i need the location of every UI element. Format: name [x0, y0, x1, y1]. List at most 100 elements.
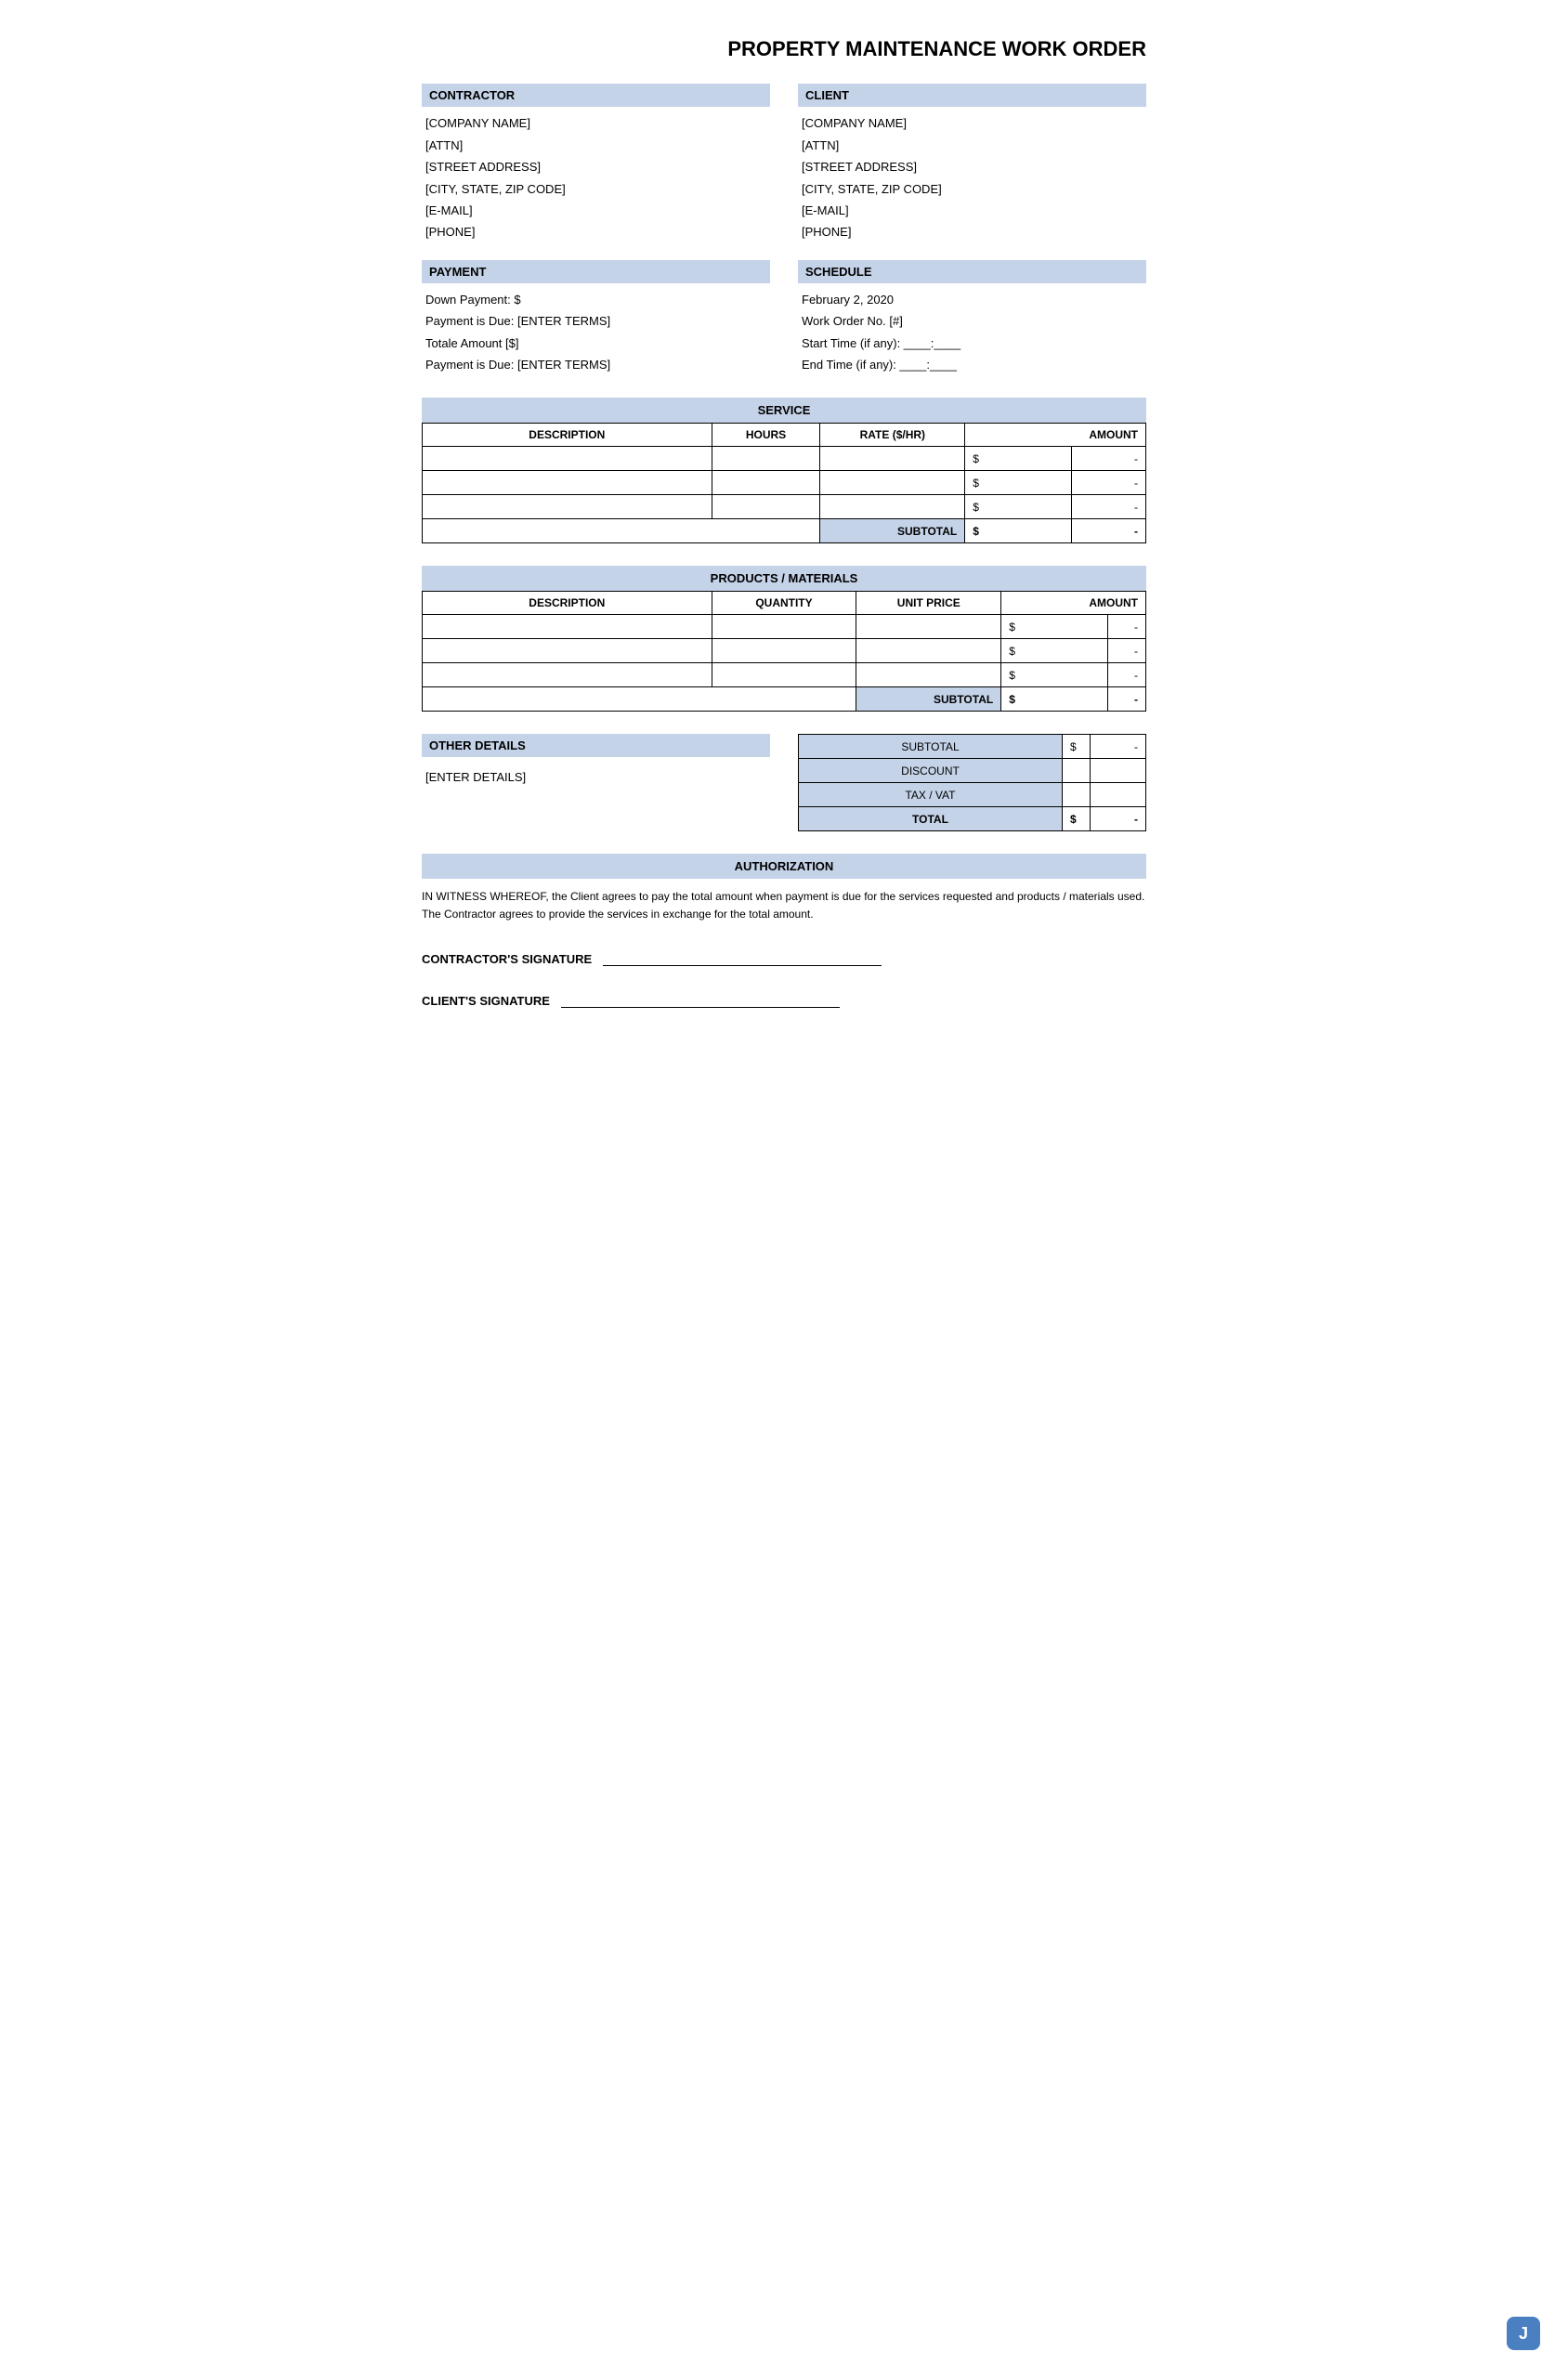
- contractor-company: [COMPANY NAME]: [425, 112, 766, 134]
- service-subtotal-row: SUBTOTAL $ -: [423, 519, 1146, 543]
- service-header: SERVICE: [422, 398, 1146, 423]
- service-row1-amount: -: [1071, 447, 1145, 471]
- summary-discount-label: DISCOUNT: [799, 759, 1063, 783]
- products-row1-dollar: $: [1001, 615, 1108, 639]
- service-row2-rate: [820, 471, 965, 495]
- service-row3-dollar: $: [965, 495, 1072, 519]
- summary-tax-row: TAX / VAT: [799, 783, 1146, 807]
- products-table: DESCRIPTION QUANTITY UNIT PRICE AMOUNT $…: [422, 591, 1146, 712]
- summary-total-value: -: [1091, 807, 1146, 831]
- contractor-email: [E-MAIL]: [425, 200, 766, 221]
- other-details-header: OTHER DETAILS: [422, 734, 770, 757]
- other-details-value: [ENTER DETAILS]: [425, 766, 766, 788]
- client-street: [STREET ADDRESS]: [802, 156, 1143, 177]
- service-subtotal-label: SUBTOTAL: [820, 519, 965, 543]
- service-row3-amount: -: [1071, 495, 1145, 519]
- products-row2-amount: -: [1107, 639, 1145, 663]
- products-row2-desc: [423, 639, 712, 663]
- service-row-2: $ -: [423, 471, 1146, 495]
- client-section: CLIENT [COMPANY NAME] [ATTN] [STREET ADD…: [798, 84, 1146, 242]
- service-row-1: $ -: [423, 447, 1146, 471]
- products-row2-unit: [856, 639, 1001, 663]
- schedule-end-time: End Time (if any): ____:____: [802, 354, 1143, 375]
- service-row3-desc: [423, 495, 712, 519]
- schedule-date: February 2, 2020: [802, 289, 1143, 310]
- summary-subtotal-dollar: $: [1063, 735, 1091, 759]
- service-col-rate: RATE ($/HR): [820, 424, 965, 447]
- summary-discount-value: [1091, 759, 1146, 783]
- summary-total-dollar: $: [1063, 807, 1091, 831]
- watermark-icon: J: [1507, 2317, 1540, 2350]
- summary-tax-label: TAX / VAT: [799, 783, 1063, 807]
- contractor-attn: [ATTN]: [425, 135, 766, 156]
- summary-discount-dollar: [1063, 759, 1091, 783]
- page-title: PROPERTY MAINTENANCE WORK ORDER: [422, 37, 1146, 61]
- service-table: DESCRIPTION HOURS RATE ($/HR) AMOUNT $ -…: [422, 423, 1146, 543]
- schedule-header: SCHEDULE: [798, 260, 1146, 283]
- service-row1-rate: [820, 447, 965, 471]
- client-sig-underline: [561, 1007, 840, 1008]
- contractor-phone: [PHONE]: [425, 221, 766, 242]
- service-col-hours: HOURS: [712, 424, 820, 447]
- products-subtotal-row: SUBTOTAL $ -: [423, 687, 1146, 712]
- summary-total-row: TOTAL $ -: [799, 807, 1146, 831]
- service-row2-dollar: $: [965, 471, 1072, 495]
- products-row3-qty: [712, 663, 856, 687]
- client-header: CLIENT: [798, 84, 1146, 107]
- other-details-section: OTHER DETAILS [ENTER DETAILS]: [422, 734, 770, 831]
- client-phone: [PHONE]: [802, 221, 1143, 242]
- contractor-street: [STREET ADDRESS]: [425, 156, 766, 177]
- products-row-3: $ -: [423, 663, 1146, 687]
- client-email: [E-MAIL]: [802, 200, 1143, 221]
- products-row1-desc: [423, 615, 712, 639]
- summary-table: SUBTOTAL $ - DISCOUNT TAX / VAT TOTAL $: [798, 734, 1146, 831]
- service-col-amount: AMOUNT: [965, 424, 1146, 447]
- summary-tax-value: [1091, 783, 1146, 807]
- contractor-section: CONTRACTOR [COMPANY NAME] [ATTN] [STREET…: [422, 84, 770, 242]
- schedule-start-time: Start Time (if any): ____:____: [802, 333, 1143, 354]
- products-col-qty: QUANTITY: [712, 592, 856, 615]
- client-city: [CITY, STATE, ZIP CODE]: [802, 178, 1143, 200]
- products-row3-dollar: $: [1001, 663, 1108, 687]
- contractor-sig-label: CONTRACTOR'S SIGNATURE: [422, 952, 592, 966]
- products-row1-unit: [856, 615, 1001, 639]
- client-signature-line: CLIENT'S SIGNATURE: [422, 994, 1146, 1008]
- products-col-desc: DESCRIPTION: [423, 592, 712, 615]
- service-col-desc: DESCRIPTION: [423, 424, 712, 447]
- products-row1-qty: [712, 615, 856, 639]
- payment-total: Totale Amount [$]: [425, 333, 766, 354]
- schedule-work-order: Work Order No. [#]: [802, 310, 1143, 332]
- summary-tax-dollar: [1063, 783, 1091, 807]
- service-subtotal-value: -: [1071, 519, 1145, 543]
- service-row2-amount: -: [1071, 471, 1145, 495]
- products-col-unit: UNIT PRICE: [856, 592, 1001, 615]
- payment-header: PAYMENT: [422, 260, 770, 283]
- service-row1-dollar: $: [965, 447, 1072, 471]
- client-attn: [ATTN]: [802, 135, 1143, 156]
- authorization-header: AUTHORIZATION: [422, 854, 1146, 879]
- payment-terms1: Payment is Due: [ENTER TERMS]: [425, 310, 766, 332]
- authorization-text: IN WITNESS WHEREOF, the Client agrees to…: [422, 888, 1146, 923]
- service-row1-hours: [712, 447, 820, 471]
- service-subtotal-dollar: $: [965, 519, 1072, 543]
- products-subtotal-label: SUBTOTAL: [856, 687, 1001, 712]
- service-row3-hours: [712, 495, 820, 519]
- products-header: PRODUCTS / MATERIALS: [422, 566, 1146, 591]
- authorization-section: AUTHORIZATION IN WITNESS WHEREOF, the Cl…: [422, 854, 1146, 923]
- products-row3-desc: [423, 663, 712, 687]
- products-row2-qty: [712, 639, 856, 663]
- contractor-signature-line: CONTRACTOR'S SIGNATURE: [422, 952, 1146, 966]
- summary-discount-row: DISCOUNT: [799, 759, 1146, 783]
- summary-section: SUBTOTAL $ - DISCOUNT TAX / VAT TOTAL $: [798, 734, 1146, 831]
- products-row2-dollar: $: [1001, 639, 1108, 663]
- payment-section: PAYMENT Down Payment: $ Payment is Due: …: [422, 260, 770, 376]
- products-row1-amount: -: [1107, 615, 1145, 639]
- summary-total-label: TOTAL: [799, 807, 1063, 831]
- contractor-sig-underline: [603, 965, 882, 966]
- contractor-city: [CITY, STATE, ZIP CODE]: [425, 178, 766, 200]
- service-row3-rate: [820, 495, 965, 519]
- products-subtotal-dollar: $: [1001, 687, 1108, 712]
- bottom-section: OTHER DETAILS [ENTER DETAILS] SUBTOTAL $…: [422, 734, 1146, 831]
- service-subtotal-empty: [423, 519, 820, 543]
- client-company: [COMPANY NAME]: [802, 112, 1143, 134]
